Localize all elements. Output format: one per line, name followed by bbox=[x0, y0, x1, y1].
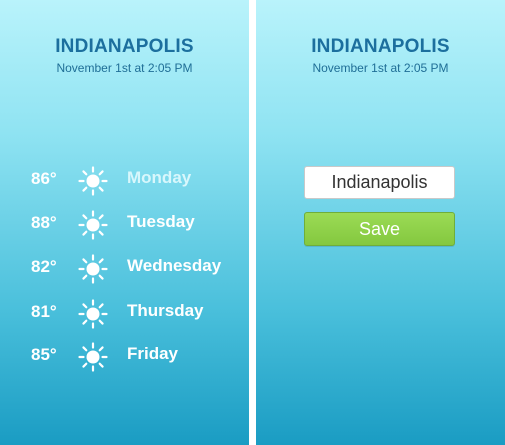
sun-icon bbox=[77, 209, 109, 241]
temperature-value: 81° bbox=[31, 302, 57, 321]
sun-icon bbox=[77, 165, 109, 197]
forecast-row: 85° Friday bbox=[0, 342, 249, 372]
sun-icon bbox=[77, 253, 109, 285]
settings-screen: INDIANAPOLIS November 1st at 2:05 PM Sav… bbox=[256, 0, 505, 445]
day-label: Monday bbox=[127, 168, 192, 187]
app-stage: INDIANAPOLIS November 1st at 2:05 PM 86°… bbox=[0, 0, 505, 445]
day-label: Friday bbox=[127, 344, 179, 363]
sun-icon bbox=[77, 341, 109, 373]
sun-icon bbox=[77, 298, 109, 330]
forecast-screen: INDIANAPOLIS November 1st at 2:05 PM 86°… bbox=[0, 0, 249, 445]
city-input[interactable] bbox=[304, 166, 455, 199]
city-title: INDIANAPOLIS bbox=[55, 36, 194, 57]
timestamp-label: November 1st at 2:05 PM bbox=[56, 61, 193, 75]
temperature-value: 88° bbox=[31, 213, 57, 232]
forecast-row: 88° Tuesday bbox=[0, 210, 249, 240]
day-label: Thursday bbox=[127, 301, 204, 320]
forecast-row: 81° Thursday bbox=[0, 299, 249, 329]
day-label: Tuesday bbox=[127, 212, 195, 231]
day-label: Wednesday bbox=[127, 256, 222, 275]
temperature-value: 85° bbox=[31, 345, 57, 364]
temperature-value: 86° bbox=[31, 169, 57, 188]
save-button[interactable]: Save bbox=[304, 212, 455, 246]
forecast-row: 82° Wednesday bbox=[0, 254, 249, 284]
city-title: INDIANAPOLIS bbox=[311, 36, 450, 57]
forecast-row: 86° Monday bbox=[0, 166, 249, 196]
temperature-value: 82° bbox=[31, 257, 57, 276]
timestamp-label: November 1st at 2:05 PM bbox=[312, 61, 449, 75]
